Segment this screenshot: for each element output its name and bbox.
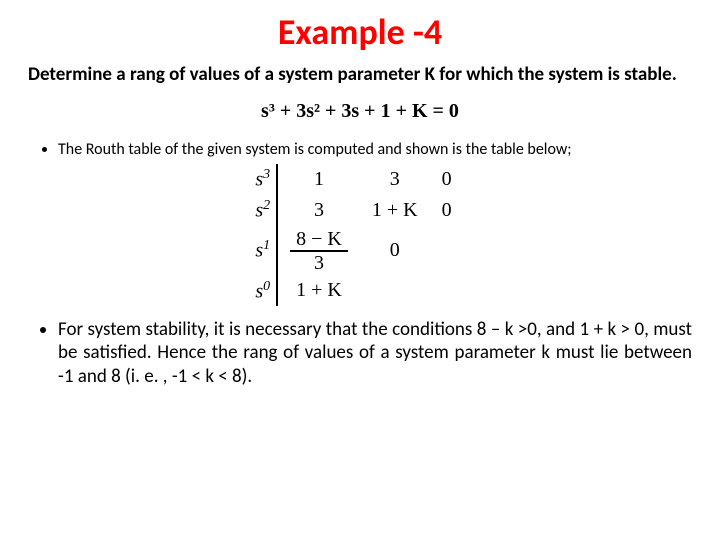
slide-title: Example -4 [28,10,692,54]
routh-table: s3 1 3 0 s2 3 1 + K 0 s1 8 − K 3 0 s0 1 … [255,164,464,306]
problem-statement: Determine a rang of values of a system p… [28,64,692,86]
bullet-routh-intro: The Routh table of the given system is c… [58,141,692,160]
bullet-stability-conclusion: For system stability, it is necessary th… [58,318,692,388]
characteristic-equation: s³ + 3s² + 3s + 1 + K = 0 [28,100,692,123]
